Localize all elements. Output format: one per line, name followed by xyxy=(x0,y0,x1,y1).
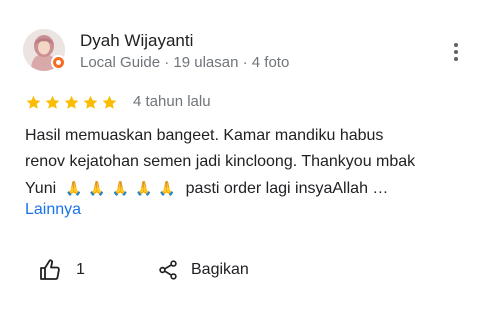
review-line-end: pasti order lagi insyaAllah … xyxy=(185,180,389,197)
more-vert-icon[interactable] xyxy=(446,40,466,64)
star-icon xyxy=(26,95,41,109)
star-rating xyxy=(25,94,118,111)
star-icon xyxy=(83,95,98,109)
star-icon xyxy=(45,95,60,109)
share-label: Bagikan xyxy=(191,261,249,278)
star-icon xyxy=(64,95,79,109)
reviewer-name[interactable]: Dyah Wijayanti xyxy=(80,31,193,51)
read-more-link[interactable]: Lainnya xyxy=(25,201,81,219)
local-guide-badge-icon xyxy=(51,55,66,70)
praying-hands-emoji: 🙏 🙏 🙏 🙏 🙏 xyxy=(65,180,177,196)
review-line: Hasil memuaskan bangeet. Kamar mandiku h… xyxy=(25,127,384,144)
thumbs-up-icon xyxy=(40,259,60,280)
review-time: 4 tahun lalu xyxy=(133,93,211,110)
share-button[interactable]: Bagikan xyxy=(157,256,249,284)
like-button[interactable]: 1 xyxy=(38,256,85,284)
review-line: Yuni 🙏 🙏 🙏 🙏 🙏 pasti order lagi insyaAll… xyxy=(25,175,480,202)
review-line-start: Yuni xyxy=(25,180,57,197)
review-card: Dyah Wijayanti Local Guide · 19 ulasan ·… xyxy=(0,0,494,323)
star-icon xyxy=(102,95,117,109)
review-text: Hasil memuaskan bangeet. Kamar mandiku h… xyxy=(25,123,480,202)
share-icon xyxy=(159,260,177,280)
reviewer-meta: Local Guide · 19 ulasan · 4 foto xyxy=(80,54,290,71)
like-count: 1 xyxy=(76,261,85,278)
review-line: renov kejatohan semen jadi kincloong. Th… xyxy=(25,153,416,170)
